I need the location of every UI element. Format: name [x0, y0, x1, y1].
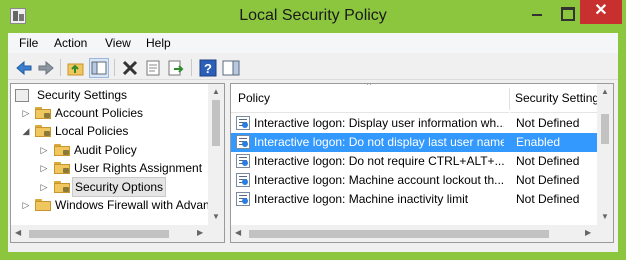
up-folder-icon[interactable] — [66, 58, 86, 78]
security-settings-icon — [15, 89, 29, 102]
scrollbar-thumb[interactable] — [29, 230, 169, 238]
column-header-security-setting[interactable]: Security Setting — [510, 84, 602, 113]
expand-arrow-icon[interactable]: ▷ — [39, 159, 49, 177]
back-arrow-icon[interactable] — [14, 58, 34, 78]
scrollbar-thumb[interactable] — [249, 230, 549, 238]
column-header-label: Security Setting — [515, 91, 600, 105]
scrollbar-thumb[interactable] — [601, 114, 609, 144]
close-button[interactable]: ✕ — [580, 0, 622, 24]
sort-ascending-icon: ^ — [367, 83, 372, 90]
toolbar-separator — [114, 59, 115, 76]
folder-icon — [35, 199, 51, 211]
list-horizontal-scrollbar[interactable]: ◀ ▶ — [231, 225, 613, 242]
policy-setting-icon — [236, 154, 250, 168]
locked-folder-icon — [35, 107, 51, 119]
scroll-up-arrow-icon[interactable]: ▲ — [212, 87, 220, 96]
tree-vertical-scrollbar[interactable]: ▲ ▼ — [208, 84, 224, 225]
maximize-button[interactable] — [552, 0, 580, 24]
export-list-icon[interactable] — [166, 58, 186, 78]
tree-horizontal-scrollbar[interactable]: ◀ ▶ — [11, 225, 224, 242]
scrollbar-thumb[interactable] — [212, 100, 220, 146]
delete-icon[interactable] — [120, 58, 140, 78]
policy-setting-icon — [236, 116, 250, 130]
expand-arrow-icon[interactable]: ▷ — [21, 196, 31, 214]
locked-folder-icon — [35, 125, 51, 137]
policy-row[interactable]: Interactive logon: Display user informat… — [231, 114, 601, 133]
policy-name: Interactive logon: Machine inactivity li… — [254, 192, 469, 206]
tree-item-windows-firewall[interactable]: ▷ Windows Firewall with Advan — [13, 196, 208, 214]
policy-setting-value: Not Defined — [516, 116, 580, 130]
tree-item-label: Audit Policy — [74, 143, 137, 157]
help-icon[interactable]: ? — [198, 58, 218, 78]
policy-name: Interactive logon: Display user informat… — [254, 116, 504, 130]
policy-setting-icon — [236, 173, 250, 187]
tree-item-label: Local Policies — [55, 124, 129, 138]
policy-row[interactable]: Interactive logon: Machine account locko… — [231, 171, 601, 190]
policy-row[interactable]: Interactive logon: Do not require CTRL+A… — [231, 152, 601, 171]
tree-item-label: Security Settings — [37, 88, 128, 102]
forward-arrow-icon[interactable] — [36, 58, 56, 78]
tree-item-label: Windows Firewall with Advan — [55, 198, 208, 212]
menu-action[interactable]: Action — [54, 36, 87, 50]
policy-setting-value: Not Defined — [516, 192, 580, 206]
scroll-down-arrow-icon[interactable]: ▼ — [601, 212, 609, 221]
tree-item-label: User Rights Assignment — [74, 161, 203, 175]
policy-setting-icon — [236, 192, 250, 206]
locked-folder-icon — [54, 162, 70, 174]
policy-row[interactable]: Interactive logon: Machine inactivity li… — [231, 190, 601, 209]
tree-item-account-policies[interactable]: ▷ Account Policies — [13, 104, 208, 122]
scroll-up-arrow-icon[interactable]: ▲ — [601, 87, 609, 96]
list-vertical-scrollbar[interactable]: ▲ ▼ — [597, 84, 613, 225]
scroll-left-arrow-icon[interactable]: ◀ — [235, 228, 241, 237]
policy-name: Interactive logon: Machine account locko… — [254, 173, 504, 187]
menu-view[interactable]: View — [105, 36, 131, 50]
minimize-button[interactable] — [522, 0, 552, 24]
tree-item-user-rights-assignment[interactable]: ▷ User Rights Assignment — [13, 159, 208, 177]
locked-folder-icon — [54, 144, 70, 156]
show-action-pane-icon[interactable] — [221, 58, 241, 78]
status-bar — [8, 245, 618, 252]
policy-setting-value: Not Defined — [516, 154, 580, 168]
toolbar: ? — [8, 54, 618, 80]
tree-item-audit-policy[interactable]: ▷ Audit Policy — [13, 141, 208, 159]
show-hide-console-tree-icon[interactable] — [89, 58, 109, 78]
expand-arrow-icon[interactable]: ▷ — [39, 178, 49, 196]
tree-item-label: Account Policies — [55, 106, 144, 120]
policy-list-pane: Policy ^ Security Setting Interactive lo… — [230, 83, 614, 243]
expand-arrow-icon[interactable]: ▷ — [39, 141, 49, 159]
collapse-arrow-icon[interactable]: ◢ — [21, 122, 31, 140]
tree-item-security-options[interactable]: ▷ Security Options — [13, 177, 208, 197]
client-area: File Action View Help ? Security Setting… — [8, 33, 618, 252]
title-bar: Local Security Policy ✕ — [0, 0, 626, 33]
console-tree-pane: Security Settings ▷ Account Policies ◢ L… — [10, 83, 225, 243]
policy-setting-value: Enabled — [516, 135, 561, 149]
policy-name: Interactive logon: Do not display last u… — [254, 135, 504, 149]
expand-arrow-icon[interactable]: ▷ — [21, 104, 31, 122]
policy-row-selected[interactable]: Interactive logon: Do not display last u… — [231, 133, 601, 152]
locked-folder-icon — [54, 181, 70, 193]
column-header-label: Policy — [238, 91, 271, 105]
svg-text:?: ? — [204, 61, 212, 76]
tree-item-local-policies[interactable]: ◢ Local Policies — [13, 122, 208, 140]
tree-item-security-settings[interactable]: Security Settings — [13, 86, 208, 104]
policy-name: Interactive logon: Do not require CTRL+A… — [254, 154, 504, 168]
scroll-left-arrow-icon[interactable]: ◀ — [15, 228, 21, 237]
tree-item-label: Security Options — [71, 177, 167, 197]
menu-help[interactable]: Help — [146, 36, 171, 50]
policy-setting-icon — [236, 135, 250, 149]
scroll-down-arrow-icon[interactable]: ▼ — [212, 212, 220, 221]
toolbar-separator — [60, 59, 61, 76]
scroll-right-arrow-icon[interactable]: ▶ — [197, 228, 203, 237]
app-window: Local Security Policy ✕ File Action View… — [0, 0, 626, 260]
policy-setting-value: Not Defined — [516, 173, 580, 187]
toolbar-separator — [191, 59, 192, 76]
menu-file[interactable]: File — [19, 36, 38, 50]
menu-bar: File Action View Help — [8, 33, 618, 53]
scroll-right-arrow-icon[interactable]: ▶ — [585, 228, 591, 237]
properties-icon[interactable] — [143, 58, 163, 78]
